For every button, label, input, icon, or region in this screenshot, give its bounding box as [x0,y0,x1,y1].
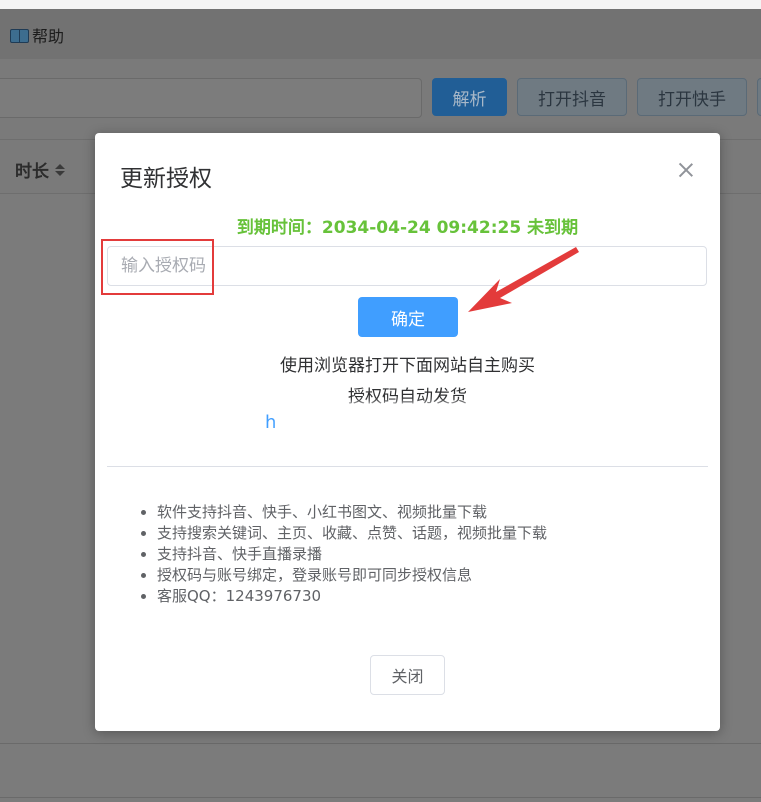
dialog-divider [107,466,708,467]
menubar: 帮助 [0,9,761,59]
feature-item: 授权码与账号绑定，登录账号即可同步授权信息 [157,565,547,586]
url-input[interactable] [0,78,422,118]
redacted-url-blur [278,403,553,435]
sort-icon[interactable] [55,163,65,176]
close-button[interactable]: 关闭 [370,655,445,695]
open-douyin-label: 打开抖音 [538,89,606,110]
confirm-button-label: 确定 [391,309,425,330]
update-license-dialog: 更新授权 到期时间：2034-04-24 09:42:25 未到期 确定 使用浏… [95,133,720,731]
confirm-button[interactable]: 确定 [358,297,458,337]
parse-button[interactable]: 解析 [432,78,507,116]
open-kuaishou-button[interactable]: 打开快手 [637,78,747,116]
purchase-link[interactable]: h [265,412,276,433]
annotation-arrow-icon [468,247,579,312]
feature-list: 软件支持抖音、快手、小红书图文、视频批量下载 支持搜索关键词、主页、收藏、点赞、… [133,502,547,607]
close-icon[interactable] [677,161,695,179]
close-button-label: 关闭 [391,667,424,686]
menu-help-label: 帮助 [32,27,65,46]
column-duration[interactable]: 时长 [15,157,65,182]
footer-divider [0,743,761,744]
bottom-divider [0,797,761,798]
window-top-strip [0,0,761,9]
open-kuaishou-label: 打开快手 [658,89,726,110]
feature-item: 支持搜索关键词、主页、收藏、点赞、话题，视频批量下载 [157,523,547,544]
toolbar: 解析 打开抖音 打开快手 [0,59,761,139]
column-duration-label: 时长 [15,162,49,182]
parse-button-label: 解析 [452,89,487,110]
expire-status: 到期时间：2034-04-24 09:42:25 未到期 [236,218,579,238]
book-icon [10,28,29,43]
more-button[interactable] [757,78,761,116]
auth-code-input[interactable] [107,246,707,286]
dialog-title: 更新授权 [120,166,212,192]
feature-item: 客服QQ：1243976730 [157,586,547,607]
purchase-hint-line1: 使用浏览器打开下面网站自主购买 [280,356,535,376]
open-douyin-button[interactable]: 打开抖音 [517,78,627,116]
feature-item: 支持抖音、快手直播录播 [157,544,547,565]
menu-help[interactable]: 帮助 [10,23,64,47]
feature-item: 软件支持抖音、快手、小红书图文、视频批量下载 [157,502,547,523]
